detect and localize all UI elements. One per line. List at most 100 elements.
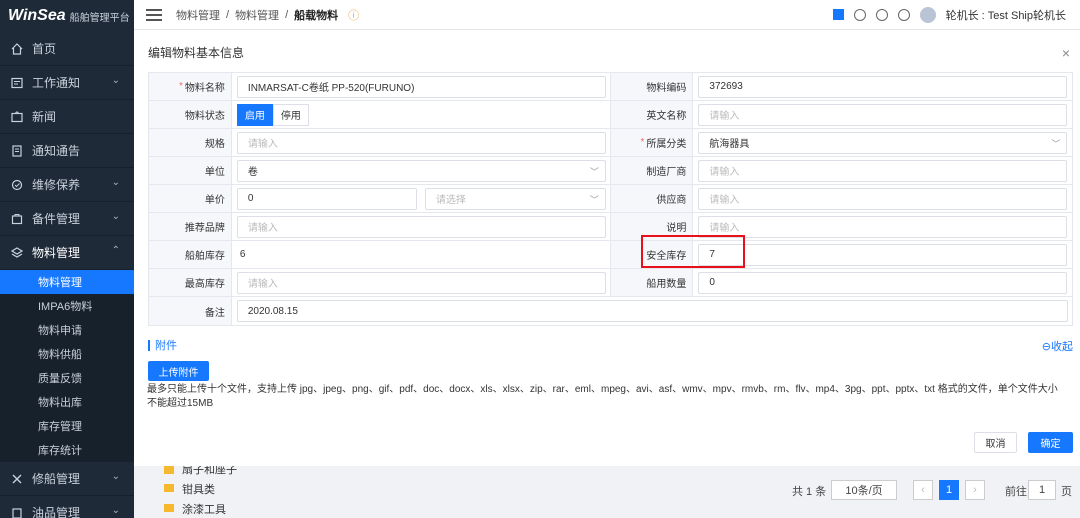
breadcrumb-separator: / — [226, 8, 230, 21]
tools-icon — [10, 472, 24, 486]
folder-icon — [164, 466, 174, 474]
sidebar-subitem-material-management[interactable]: 物料管理 — [0, 270, 134, 294]
user-name[interactable]: 轮机长 : Test Ship轮机长 — [946, 7, 1066, 23]
description-input[interactable]: 请输入 — [698, 215, 1068, 238]
sidebar-item-home[interactable]: 首页 — [0, 32, 134, 66]
field-label: 备注 — [149, 297, 232, 325]
theme-icon[interactable] — [853, 8, 866, 21]
logo-text: WinSea — [8, 7, 66, 24]
sidebar-subitem-request[interactable]: 物料申请 — [0, 318, 134, 342]
max-stock-input[interactable]: 请输入 — [236, 271, 606, 294]
checkbox-icon[interactable] — [832, 9, 844, 20]
sidebar-item-oil[interactable]: 油品管理 ⌄ — [0, 496, 134, 518]
chevron-down-icon: ﹀ — [589, 194, 599, 205]
sidebar-subitem-outbound[interactable]: 物料出库 — [0, 390, 134, 414]
english-name-input[interactable]: 请输入 — [698, 103, 1068, 126]
brand-input[interactable]: 请输入 — [236, 215, 606, 238]
oil-icon — [10, 506, 24, 518]
sidebar: WinSea 船舶管理平台 首页 工作通知 ⌄ 新闻 通知通告 维修保养 ⌄ 备… — [0, 0, 134, 518]
avatar[interactable] — [919, 6, 936, 23]
breadcrumb-separator: / — [285, 8, 289, 21]
form-row: * 物料名称 INMARSAT-C卷纸 PP-520(FURUNO) 物料编码 3… — [149, 73, 1072, 101]
sidebar-item-ship-repair[interactable]: 修船管理 ⌄ — [0, 462, 134, 496]
spec-input[interactable]: 请输入 — [236, 131, 606, 154]
status-disabled-button[interactable]: 停用 — [272, 103, 309, 126]
info-icon[interactable]: ⓘ — [348, 7, 359, 23]
pager-total: 共 1 条 — [792, 486, 827, 498]
field-cell: 请输入 — [693, 185, 1072, 212]
form-row: 船舶库存 6 安全库存 7 — [149, 241, 1072, 269]
form-row: 规格 请输入 * 所属分类 航海器具 ﹀ — [149, 129, 1072, 157]
sidebar-item-label: 备件管理 — [32, 212, 81, 226]
sidebar-item-maintenance[interactable]: 维修保养 ⌄ — [0, 168, 134, 202]
material-code-input[interactable]: 372693 — [698, 75, 1068, 98]
sidebar-item-label: 工作通知 — [32, 76, 81, 90]
upload-attachment-button[interactable]: 上传附件 — [148, 361, 209, 381]
ship-usage-input[interactable]: 0 — [698, 271, 1068, 294]
sidebar-item-spare-parts[interactable]: 备件管理 ⌄ — [0, 202, 134, 236]
field-cell: 请输入 — [232, 129, 611, 156]
chevron-down-icon: ⌄ — [111, 211, 120, 222]
folder-label[interactable]: 钳具类 — [182, 481, 215, 497]
goto-page-input[interactable]: 1 — [1028, 480, 1056, 500]
breadcrumb-item[interactable]: 物料管理 — [176, 7, 220, 23]
sidebar-item-news[interactable]: 新闻 — [0, 100, 134, 134]
confirm-button[interactable]: 确定 — [1028, 432, 1073, 453]
sidebar-item-label: 首页 — [32, 42, 57, 56]
next-page-button[interactable]: › — [965, 480, 985, 500]
sidebar-item-label: 物料管理 — [32, 246, 81, 260]
breadcrumb: 物料管理 / 物料管理 / 船载物料 ⓘ — [176, 7, 359, 23]
header-tools: 轮机长 : Test Ship轮机长 — [832, 6, 1080, 23]
field-cell: 卷 ﹀ — [232, 157, 611, 184]
supplier-input[interactable]: 请输入 — [698, 187, 1068, 210]
layers-icon — [10, 246, 24, 260]
settings-icon[interactable] — [897, 8, 910, 21]
material-form: * 物料名称 INMARSAT-C卷纸 PP-520(FURUNO) 物料编码 3… — [148, 72, 1073, 326]
ship-stock-value: 6 — [239, 249, 246, 260]
field-label: 供应商 — [610, 185, 694, 212]
sidebar-item-announcements[interactable]: 通知通告 — [0, 134, 134, 168]
collapse-button[interactable]: ⊖收起 — [1042, 338, 1073, 354]
currency-select[interactable]: 请选择 ﹀ — [424, 187, 606, 210]
sidebar-item-work-notice[interactable]: 工作通知 ⌄ — [0, 66, 134, 100]
sidebar-subitem-quality[interactable]: 质量反馈 — [0, 366, 134, 390]
breadcrumb-item[interactable]: 物料管理 — [235, 7, 279, 23]
safety-stock-input[interactable]: 7 — [698, 243, 1068, 266]
form-row: 单位 卷 ﹀ 制造厂商 请输入 — [149, 157, 1072, 185]
cancel-button[interactable]: 取消 — [974, 432, 1017, 453]
sidebar-item-materials[interactable]: 物料管理 ⌃ — [0, 236, 134, 270]
form-row: 物料状态 启用 停用 英文名称 请输入 — [149, 101, 1072, 129]
language-icon[interactable] — [875, 8, 888, 21]
unit-select[interactable]: 卷 ﹀ — [236, 159, 606, 182]
upload-hint: 最多只能上传十个文件，支持上传 jpg、jpeg、png、gif、pdf、doc… — [147, 384, 1058, 409]
sidebar-subitem-inventory[interactable]: 库存管理 — [0, 414, 134, 438]
chevron-down-icon: ⌄ — [111, 177, 120, 188]
logo[interactable]: WinSea 船舶管理平台 — [0, 0, 134, 32]
status-enabled-button[interactable]: 启用 — [236, 103, 273, 126]
message-icon — [10, 76, 24, 90]
category-select[interactable]: 航海器具 ﹀ — [698, 131, 1068, 154]
page-number-button[interactable]: 1 — [939, 480, 959, 500]
sidebar-subitem-statistics[interactable]: 库存统计 — [0, 438, 134, 462]
unit-price-input[interactable]: 0 — [236, 187, 417, 210]
field-cell: INMARSAT-C卷纸 PP-520(FURUNO) — [232, 73, 611, 100]
close-icon[interactable]: × — [1062, 45, 1070, 61]
menu-toggle-icon[interactable] — [146, 6, 162, 24]
edit-material-dialog: 编辑物料基本信息 × * 物料名称 INMARSAT-C卷纸 PP-520(FUR… — [141, 37, 1080, 466]
form-row: 备注 2020.08.15 — [149, 297, 1072, 325]
chevron-down-icon: ﹀ — [589, 166, 599, 177]
sidebar-subitem-supply[interactable]: 物料供船 — [0, 342, 134, 366]
folder-label[interactable]: 涂漆工具 — [182, 501, 226, 517]
page-size-select[interactable]: 10条/页 — [831, 480, 897, 500]
sidebar-item-label: 通知通告 — [32, 144, 81, 158]
remark-input[interactable]: 2020.08.15 — [236, 300, 1068, 322]
field-label: 船用数量 — [610, 269, 694, 296]
prev-page-button[interactable]: ‹ — [913, 480, 933, 500]
chevron-up-icon: ⌃ — [111, 245, 120, 256]
material-name-input[interactable]: INMARSAT-C卷纸 PP-520(FURUNO) — [236, 75, 606, 98]
manufacturer-input[interactable]: 请输入 — [698, 159, 1068, 182]
field-cell: 0 — [693, 269, 1072, 296]
sidebar-subitem-impa6[interactable]: IMPA6物料 — [0, 294, 134, 318]
form-row: 推荐品牌 请输入 说明 请输入 — [149, 213, 1072, 241]
attachment-section-title: 附件 — [148, 337, 177, 353]
